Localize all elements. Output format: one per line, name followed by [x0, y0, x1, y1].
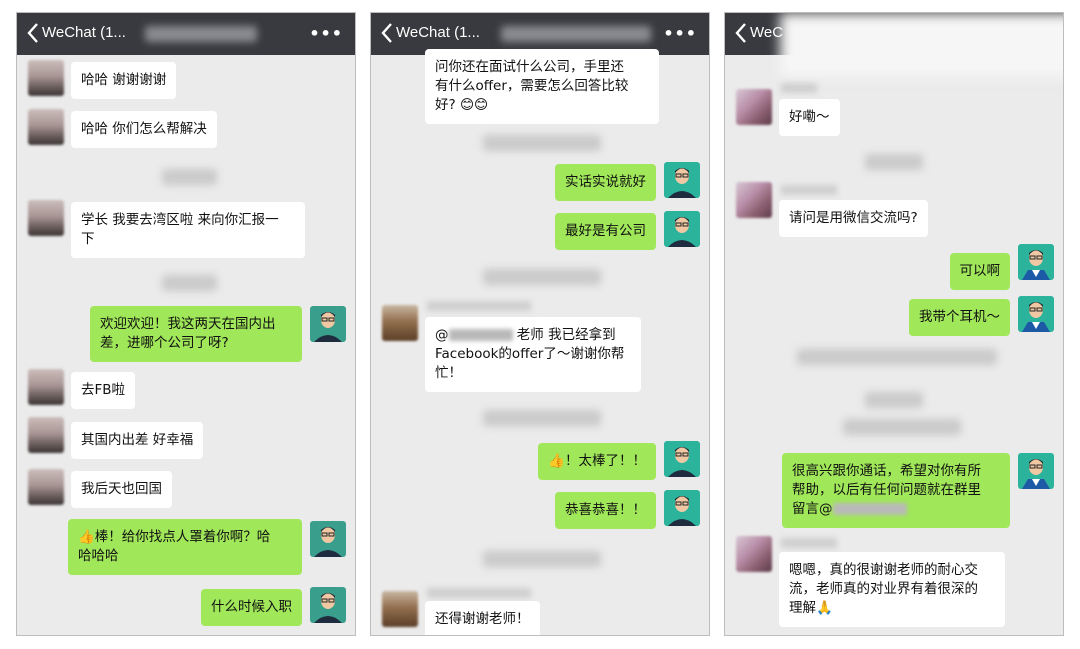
blurred-timestamp: [843, 419, 961, 435]
chat-window-3: WeC 好嘞～ 请问是用微信交流吗? 可以啊 我带个耳机～ 很高兴跟你通话，希望…: [724, 12, 1064, 636]
back-title[interactable]: WeChat (1...: [396, 24, 480, 41]
blurred-nickname: [781, 185, 837, 195]
message-bubble: 请问是用微信交流吗?: [779, 200, 928, 237]
message-bubble: 恭喜恭喜！！: [555, 492, 656, 529]
blurred-nickname: [781, 538, 837, 548]
avatar[interactable]: [310, 306, 346, 342]
back-arrow-icon[interactable]: [26, 22, 39, 44]
avatar[interactable]: [382, 305, 418, 341]
avatar[interactable]: [28, 200, 64, 236]
avatar[interactable]: [736, 536, 772, 572]
message-bubble: 哈哈 你们怎么帮解决: [71, 111, 217, 148]
blurred-timestamp: [865, 392, 923, 408]
avatar[interactable]: [1018, 244, 1054, 280]
avatar[interactable]: [310, 521, 346, 557]
blurred-timestamp: [483, 551, 601, 567]
blurred-chat-name: [145, 26, 257, 42]
blurred-timestamp: [162, 275, 217, 291]
avatar[interactable]: [1018, 296, 1054, 332]
back-title[interactable]: WeChat (1...: [42, 24, 126, 41]
message-bubble: 问你还在面试什么公司，手里还 有什么offer，需要怎么回答比较 好? 😊😊: [425, 49, 659, 124]
avatar[interactable]: [28, 60, 64, 96]
mention-prefix: @: [435, 327, 449, 343]
blurred-chat-name: [501, 26, 651, 42]
back-arrow-icon[interactable]: [734, 22, 747, 44]
avatar[interactable]: [664, 441, 700, 477]
avatar[interactable]: [310, 587, 346, 623]
blurred-nickname: [781, 83, 817, 93]
message-bubble: 欢迎欢迎！我这两天在国内出 差，进哪个公司了呀?: [90, 306, 302, 362]
more-options-icon[interactable]: •••: [309, 24, 343, 43]
blurred-timestamp: [483, 269, 601, 285]
avatar[interactable]: [664, 490, 700, 526]
avatar[interactable]: [28, 469, 64, 505]
chat-window-2: WeChat (1... ••• 问你还在面试什么公司，手里还 有什么offer…: [370, 12, 710, 636]
blurred-nickname: [427, 301, 531, 311]
more-options-icon[interactable]: •••: [663, 24, 697, 43]
chat-window-1: WeChat (1... ••• 哈哈 谢谢谢谢 哈哈 你们怎么帮解决 学长 我…: [16, 12, 356, 636]
message-bubble: 可以啊: [949, 253, 1010, 290]
message-bubble: 我后天也回国: [71, 471, 172, 508]
blurred-nickname: [427, 588, 531, 598]
avatar[interactable]: [28, 369, 64, 405]
redacted-name: [832, 503, 907, 515]
message-bubble: 最好是有公司: [555, 213, 656, 250]
chat-header: WeChat (1... •••: [17, 13, 355, 55]
avatar[interactable]: [664, 162, 700, 198]
message-bubble: 还得谢谢老师！: [425, 601, 540, 635]
avatar[interactable]: [664, 211, 700, 247]
message-bubble: 去FB啦: [71, 372, 136, 409]
blurred-timestamp: [483, 135, 601, 151]
blurred-timestamp: [865, 154, 923, 170]
message-bubble: 学长 我要去湾区啦 来向你汇报一 下: [71, 202, 305, 258]
avatar[interactable]: [382, 591, 418, 627]
back-arrow-icon[interactable]: [380, 22, 393, 44]
message-bubble: 好嘞～: [779, 99, 840, 136]
message-bubble: 我带个耳机～: [909, 299, 1010, 336]
message-bubble: 👍棒！给你找点人罩着你啊？哈 哈哈哈: [68, 519, 302, 575]
message-bubble: @ 老师 我已经拿到 Facebook的offer了～谢谢你帮 忙！: [425, 317, 641, 392]
avatar[interactable]: [736, 182, 772, 218]
message-bubble: 嗯嗯，真的很谢谢老师的耐心交 流，老师真的对业界有着很深的 理解🙏: [779, 552, 1005, 627]
avatar[interactable]: [28, 417, 64, 453]
avatar[interactable]: [1018, 453, 1054, 489]
message-bubble: 其国内出差 好幸福: [71, 422, 204, 459]
avatar[interactable]: [736, 89, 772, 125]
message-bubble: 什么时候入职: [201, 589, 302, 626]
blurred-timestamp: [483, 410, 601, 426]
blurred-timestamp: [162, 169, 217, 185]
blurred-timestamp: [797, 349, 997, 365]
avatar[interactable]: [28, 109, 64, 145]
message-bubble: 👍！太棒了！！: [538, 443, 656, 480]
blurred-header-overlay: [780, 13, 1063, 77]
message-bubble: 实话实说就好: [555, 164, 656, 201]
message-bubble: 很高兴跟你通话，希望对你有所 帮助，以后有任何问题就在群里 留言@: [782, 453, 1010, 528]
back-title[interactable]: WeC: [750, 24, 783, 41]
message-bubble: 哈哈 谢谢谢谢: [71, 62, 177, 99]
redacted-name: [448, 329, 513, 341]
